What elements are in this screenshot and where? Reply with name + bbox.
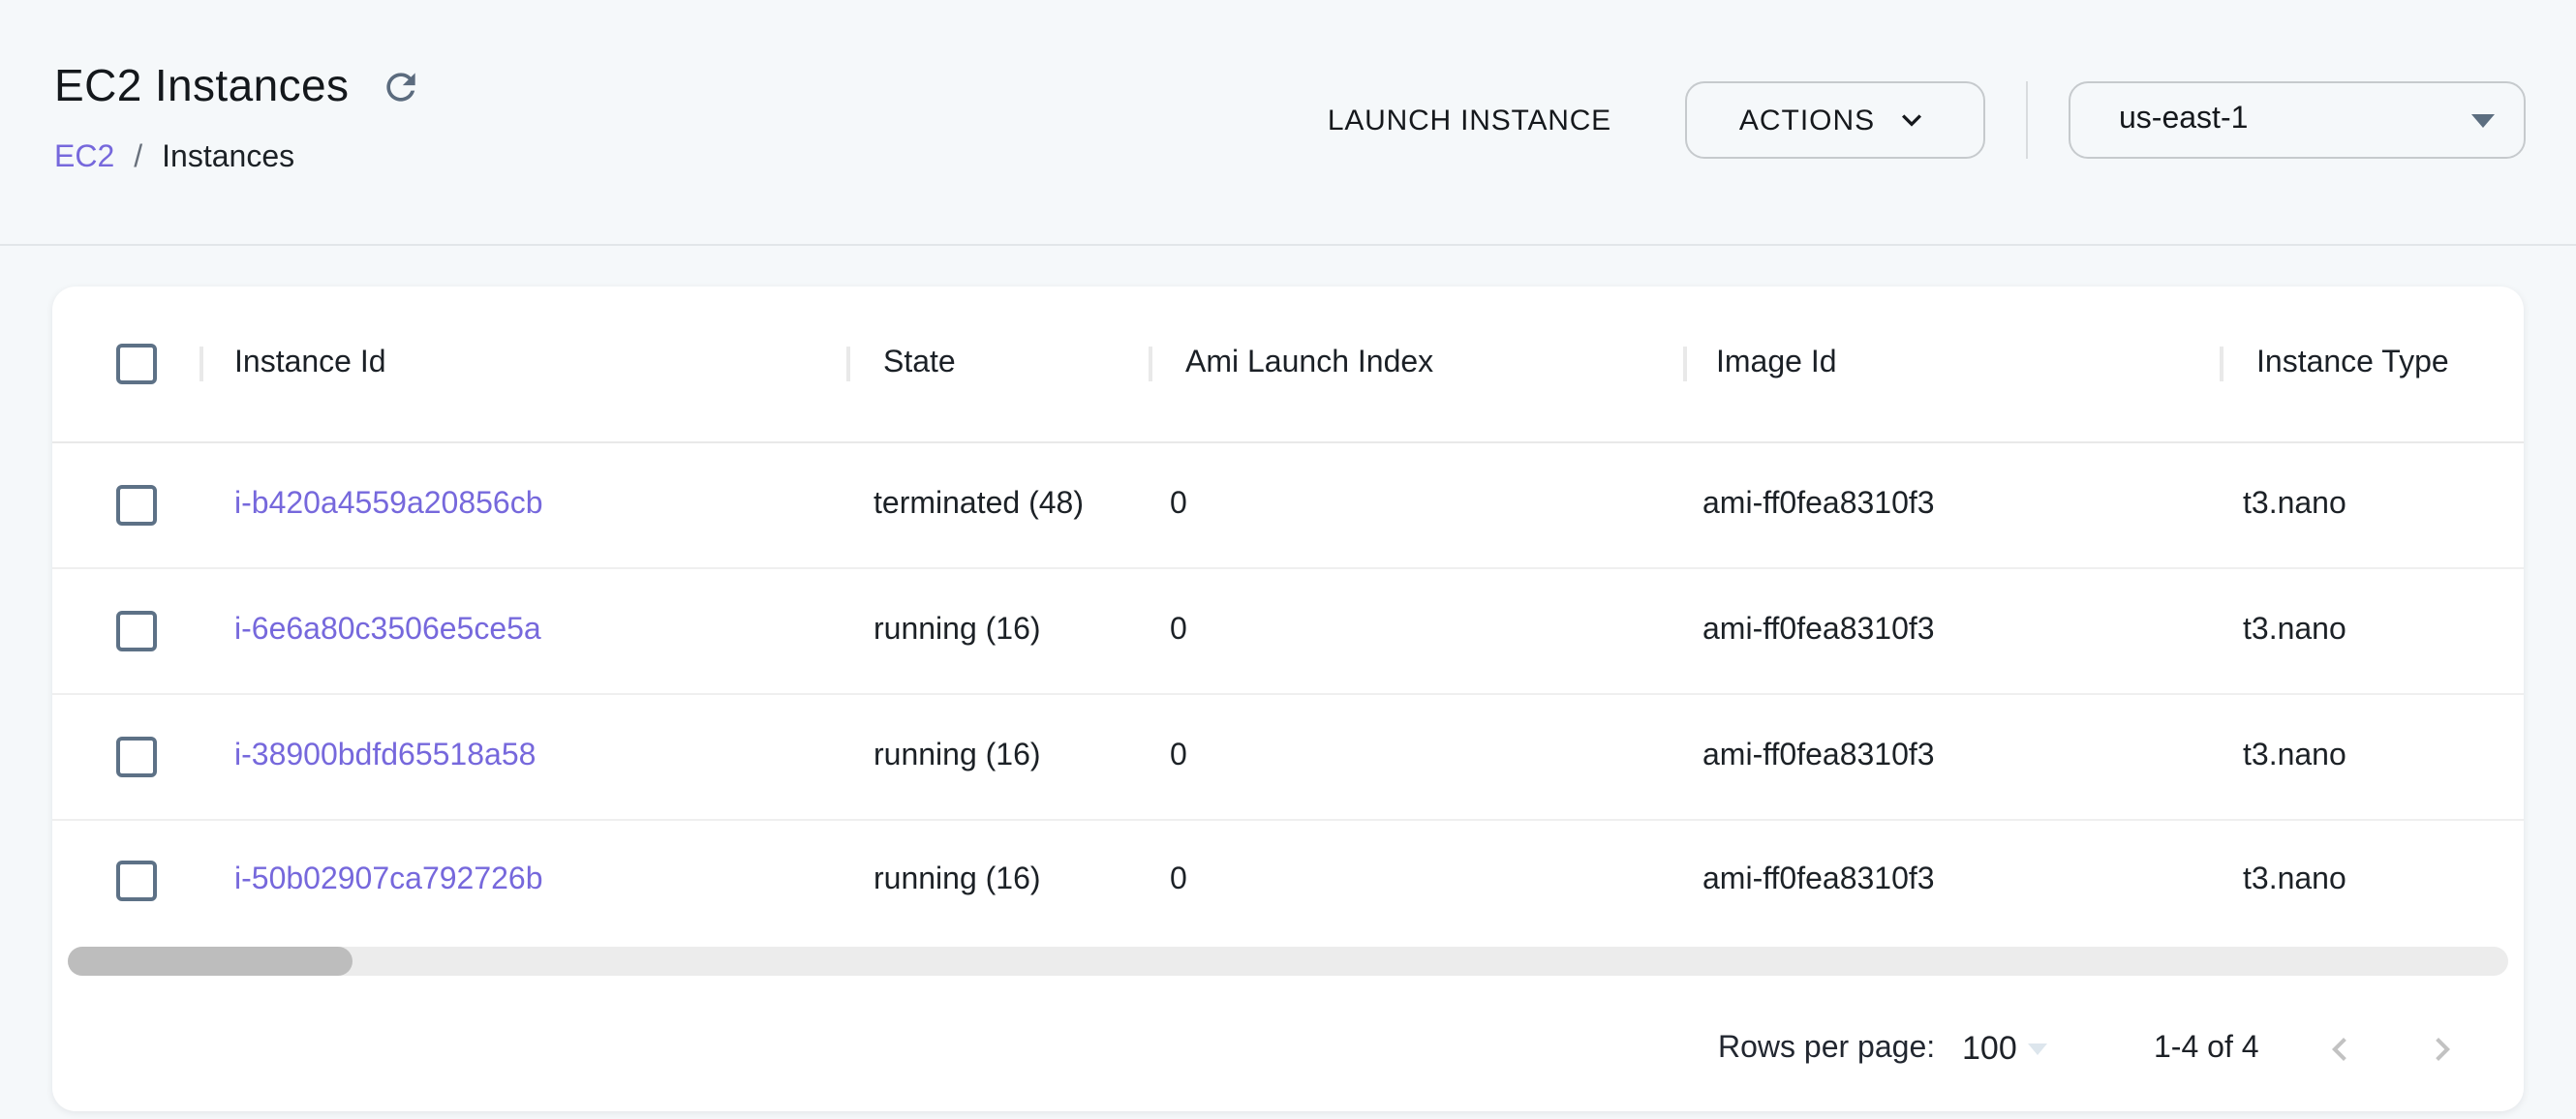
ami-launch-index-cell: 0 — [1170, 488, 1187, 523]
row-checkbox[interactable] — [116, 861, 157, 901]
column-header-state[interactable]: State — [883, 347, 956, 381]
instance-id-link[interactable]: i-b420a4559a20856cb — [234, 488, 543, 523]
image-id-cell: ami-ff0fea8310f3 — [1702, 614, 1935, 649]
refresh-icon — [380, 65, 422, 107]
ami-launch-index-cell: 0 — [1170, 614, 1187, 649]
page-header-left: EC2 Instances EC2 / Instances — [54, 60, 426, 176]
state-cell: terminated (48) — [874, 488, 1084, 523]
state-cell: running (16) — [874, 863, 1041, 898]
header-vertical-divider — [2026, 81, 2028, 159]
column-divider — [1149, 347, 1152, 381]
column-header-image-id[interactable]: Image Id — [1716, 347, 1837, 381]
instance-id-link[interactable]: i-38900bdfd65518a58 — [234, 740, 536, 774]
refresh-button[interactable] — [376, 61, 426, 111]
column-header-instance-id[interactable]: Instance Id — [234, 347, 386, 381]
pagination-bar: Rows per page: 100 1-4 of 4 — [52, 999, 2524, 1100]
table-header-row: Instance Id State Ami Launch Index Image… — [52, 287, 2524, 443]
horizontal-scrollbar[interactable] — [68, 947, 2508, 976]
table-row: i-6e6a80c3506e5ce5a running (16) 0 ami-f… — [52, 569, 2524, 695]
instances-card: Instance Id State Ami Launch Index Image… — [52, 287, 2524, 1111]
breadcrumb-link-ec2[interactable]: EC2 — [54, 141, 114, 176]
table-row: i-b420a4559a20856cb terminated (48) 0 am… — [52, 443, 2524, 569]
column-divider — [1683, 347, 1687, 381]
column-header-instance-type[interactable]: Instance Type — [2256, 347, 2449, 381]
row-checkbox[interactable] — [116, 485, 157, 526]
page-header-actions: LAUNCH INSTANCE ACTIONS us-east-1 — [1328, 81, 2526, 159]
header-divider-line — [0, 244, 2576, 246]
image-id-cell: ami-ff0fea8310f3 — [1702, 740, 1935, 774]
state-cell: running (16) — [874, 740, 1041, 774]
page-title: EC2 Instances — [54, 60, 349, 112]
instance-type-cell: t3.nano — [2243, 863, 2346, 898]
breadcrumb-current: Instances — [162, 141, 294, 176]
instance-type-cell: t3.nano — [2243, 740, 2346, 774]
breadcrumb-separator: / — [134, 141, 142, 176]
pagination-range-label: 1-4 of 4 — [2154, 1032, 2259, 1067]
chevron-left-icon — [2316, 1026, 2363, 1073]
row-checkbox[interactable] — [116, 611, 157, 651]
instance-id-link[interactable]: i-6e6a80c3506e5ce5a — [234, 614, 541, 649]
column-header-ami-launch-index[interactable]: Ami Launch Index — [1185, 347, 1433, 381]
triangle-down-icon — [2028, 1043, 2047, 1055]
rows-per-page-select[interactable]: 100 — [1962, 1030, 2017, 1069]
table-row: i-38900bdfd65518a58 running (16) 0 ami-f… — [52, 695, 2524, 821]
row-checkbox[interactable] — [116, 737, 157, 777]
select-all-checkbox[interactable] — [116, 344, 157, 384]
column-divider — [2220, 347, 2223, 381]
triangle-down-icon — [2471, 113, 2495, 127]
state-cell: running (16) — [874, 614, 1041, 649]
breadcrumb: EC2 / Instances — [54, 141, 426, 176]
region-select-value: us-east-1 — [2119, 103, 2248, 137]
actions-button[interactable]: ACTIONS — [1685, 81, 1985, 159]
column-divider — [199, 347, 203, 381]
ami-launch-index-cell: 0 — [1170, 740, 1187, 774]
chevron-down-icon — [1892, 101, 1931, 139]
previous-page-button[interactable] — [2316, 1026, 2363, 1073]
scrollbar-thumb[interactable] — [68, 947, 353, 976]
launch-instance-button[interactable]: LAUNCH INSTANCE — [1328, 104, 1611, 136]
chevron-right-icon — [2419, 1026, 2466, 1073]
ec2-instances-page: EC2 Instances EC2 / Instances LAUNCH INS… — [0, 0, 2576, 1119]
next-page-button[interactable] — [2419, 1026, 2466, 1073]
table-row: i-50b02907ca792726b running (16) 0 ami-f… — [52, 821, 2524, 941]
image-id-cell: ami-ff0fea8310f3 — [1702, 863, 1935, 898]
rows-per-page-label: Rows per page: — [1718, 1032, 1935, 1067]
region-select[interactable]: us-east-1 — [2069, 81, 2526, 159]
actions-button-label: ACTIONS — [1739, 104, 1875, 136]
ami-launch-index-cell: 0 — [1170, 863, 1187, 898]
image-id-cell: ami-ff0fea8310f3 — [1702, 488, 1935, 523]
column-divider — [846, 347, 850, 381]
instance-type-cell: t3.nano — [2243, 488, 2346, 523]
instance-id-link[interactable]: i-50b02907ca792726b — [234, 863, 543, 898]
instance-type-cell: t3.nano — [2243, 614, 2346, 649]
